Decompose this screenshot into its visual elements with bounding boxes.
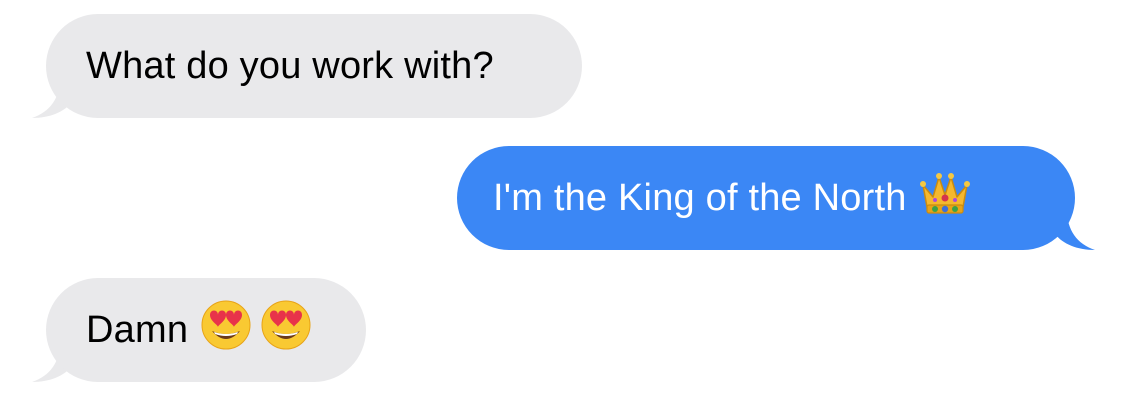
message-bubble: I'm the King of the North xyxy=(457,146,1075,250)
message-text: Damn xyxy=(86,308,189,351)
message-incoming-2[interactable]: Damn xyxy=(32,278,366,382)
heart-eyes-emoji-icon xyxy=(260,299,312,361)
heart-eyes-emoji-icon xyxy=(200,299,252,361)
message-incoming-1[interactable]: What do you work with? xyxy=(32,14,582,118)
message-outgoing-1[interactable]: I'm the King of the North xyxy=(457,146,1095,250)
message-text: What do you work with? xyxy=(86,44,494,87)
crown-emoji-icon xyxy=(919,171,971,225)
message-bubble: What do you work with? xyxy=(46,14,582,118)
message-text: I'm the King of the North xyxy=(493,176,907,219)
message-bubble: Damn xyxy=(46,278,366,382)
